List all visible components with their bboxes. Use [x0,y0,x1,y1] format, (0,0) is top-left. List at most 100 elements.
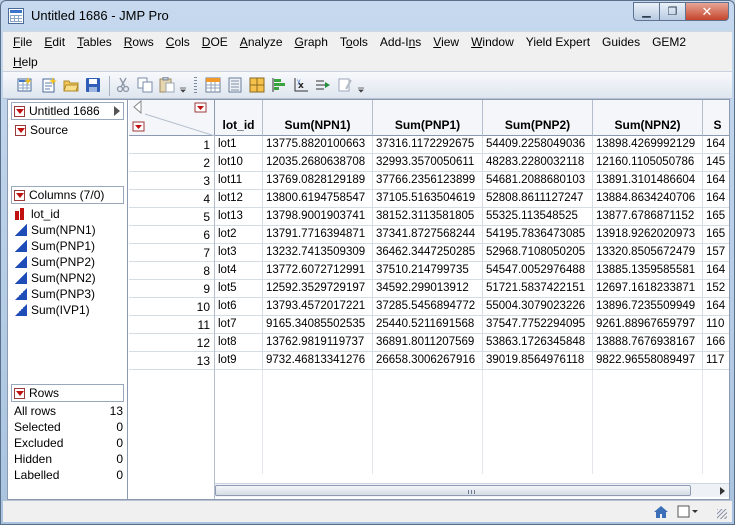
table-cell[interactable]: 53863.1726345848 [483,334,593,352]
table-cell[interactable]: 52808.8611127247 [483,190,593,208]
minimize-button[interactable]: ▁ [633,2,659,21]
table-name-box[interactable]: Untitled 1686 [11,102,124,120]
row-stat[interactable]: Hidden 0 [11,452,125,468]
table-cell[interactable]: 34592.299013912 [373,280,483,298]
open-folder-icon[interactable] [63,77,79,93]
table-cell[interactable]: 13772.6072712991 [263,262,373,280]
table-cell[interactable]: 54409.2258049036 [483,136,593,154]
table-cell[interactable]: 145 [703,154,729,172]
table-cell[interactable]: lot3 [215,244,263,262]
table-cell[interactable]: 37285.5456894772 [373,298,483,316]
table-cell[interactable]: 164 [703,262,729,280]
table-cell[interactable]: 32993.3570050611 [373,154,483,172]
table-cell[interactable]: 13793.4572017221 [263,298,373,316]
table-cell[interactable]: lot1 [215,136,263,154]
column-header[interactable]: S [703,100,729,136]
corner-selector-icon[interactable] [129,100,215,136]
row-stat[interactable]: Excluded 0 [11,436,125,452]
save-icon[interactable] [85,77,101,93]
table-cell[interactable]: 13791.7716394871 [263,226,373,244]
table-cell[interactable]: 48283.2280032118 [483,154,593,172]
row-number[interactable]: 2 [129,154,214,172]
menu-rows[interactable]: Rows [118,32,160,52]
table-cell[interactable]: 13877.6786871152 [593,208,703,226]
maximize-button[interactable]: ❐ [659,2,685,21]
table-cell[interactable]: 9165.34085502535 [263,316,373,334]
red-triangle-menu-icon[interactable] [15,124,26,136]
table-cell[interactable]: 37316.1172292675 [373,136,483,154]
row-stat[interactable]: Labelled 0 [11,468,125,484]
column-list-item[interactable]: Sum(NPN1) [13,222,123,238]
column-header[interactable]: Sum(PNP1) [373,100,483,136]
menu-tables[interactable]: Tables [71,32,118,52]
resize-grip[interactable] [717,509,727,519]
table-cell[interactable]: 152 [703,280,729,298]
row-number[interactable]: 4 [129,190,214,208]
menu-cols[interactable]: Cols [160,32,196,52]
script-editor-icon[interactable] [337,77,353,93]
column-header[interactable]: Sum(PNP2) [483,100,593,136]
table-cell[interactable]: lot11 [215,172,263,190]
table-cell[interactable]: 12035.2680638708 [263,154,373,172]
grid-four-icon[interactable] [249,77,265,93]
table-cell[interactable]: 26658.3006267916 [373,352,483,370]
horizontal-scrollbar[interactable] [215,483,729,497]
table-cell[interactable]: 13898.4269992129 [593,136,703,154]
table-cell[interactable]: 54681.2088680103 [483,172,593,190]
table-cell[interactable]: lot13 [215,208,263,226]
table-cell[interactable]: 36462.3447250285 [373,244,483,262]
table-cell[interactable]: 37766.2356123899 [373,172,483,190]
table-cell[interactable]: 165 [703,226,729,244]
paste-icon[interactable] [159,76,175,93]
table-cell[interactable]: 13232.7413509309 [263,244,373,262]
table-cell[interactable]: 39019.8564976118 [483,352,593,370]
menu-help[interactable]: Help [7,52,44,72]
scroll-right-arrow-icon[interactable] [720,487,725,495]
new-data-table-icon[interactable] [17,77,33,93]
menu-view[interactable]: View [427,32,465,52]
table-cell[interactable]: 54547.0052976488 [483,262,593,280]
table-cell[interactable]: 164 [703,136,729,154]
table-cell[interactable]: lot6 [215,298,263,316]
table-cell[interactable]: 13918.9262020973 [593,226,703,244]
column-header[interactable]: Sum(NPN2) [593,100,703,136]
table-cell[interactable]: 110 [703,316,729,334]
table-cell[interactable]: 157 [703,244,729,262]
scrollbar-thumb[interactable] [215,485,691,496]
table-cell[interactable]: 12160.1105050786 [593,154,703,172]
table-cell[interactable]: 13769.0828129189 [263,172,373,190]
row-number[interactable]: 1 [129,136,214,154]
column-list-item[interactable]: Sum(PNP1) [13,238,123,254]
table-cell[interactable]: 13800.6194758547 [263,190,373,208]
menu-add-ins[interactable]: Add-Ins [374,32,427,52]
row-number[interactable]: 9 [129,280,214,298]
menu-window[interactable]: Window [465,32,520,52]
row-number[interactable]: 12 [129,334,214,352]
fit-model-icon[interactable] [315,77,331,93]
table-cell[interactable]: lot12 [215,190,263,208]
menu-gem2[interactable]: GEM2 [646,32,692,52]
table-cell[interactable]: 55004.3079023226 [483,298,593,316]
table-cell[interactable]: 164 [703,298,729,316]
red-triangle-menu-icon[interactable] [14,189,25,201]
toolbar-overflow-icon[interactable] [179,77,187,93]
table-cell[interactable]: lot2 [215,226,263,244]
red-triangle-menu-icon[interactable] [14,105,25,117]
fit-y-by-x-icon[interactable]: xy [293,77,309,93]
table-cell[interactable]: 9822.96558089497 [593,352,703,370]
table-cell[interactable]: 13888.7676938167 [593,334,703,352]
table-cell[interactable]: lot10 [215,154,263,172]
table-cell[interactable]: 37510.214799735 [373,262,483,280]
table-cell[interactable]: 9732.46813341276 [263,352,373,370]
table-cell[interactable]: 13891.3101486604 [593,172,703,190]
table-cell[interactable]: 9261.88967659797 [593,316,703,334]
row-number[interactable]: 8 [129,262,214,280]
menu-edit[interactable]: Edit [38,32,71,52]
menu-guides[interactable]: Guides [596,32,646,52]
toolbar-overflow-icon-2[interactable] [357,77,365,93]
table-cell[interactable]: 13896.7235509949 [593,298,703,316]
table-layout-icon[interactable] [227,77,243,93]
rows-header-box[interactable]: Rows [11,384,124,402]
table-cell[interactable]: 37341.8727568244 [373,226,483,244]
table-cell[interactable]: 52968.7108050205 [483,244,593,262]
